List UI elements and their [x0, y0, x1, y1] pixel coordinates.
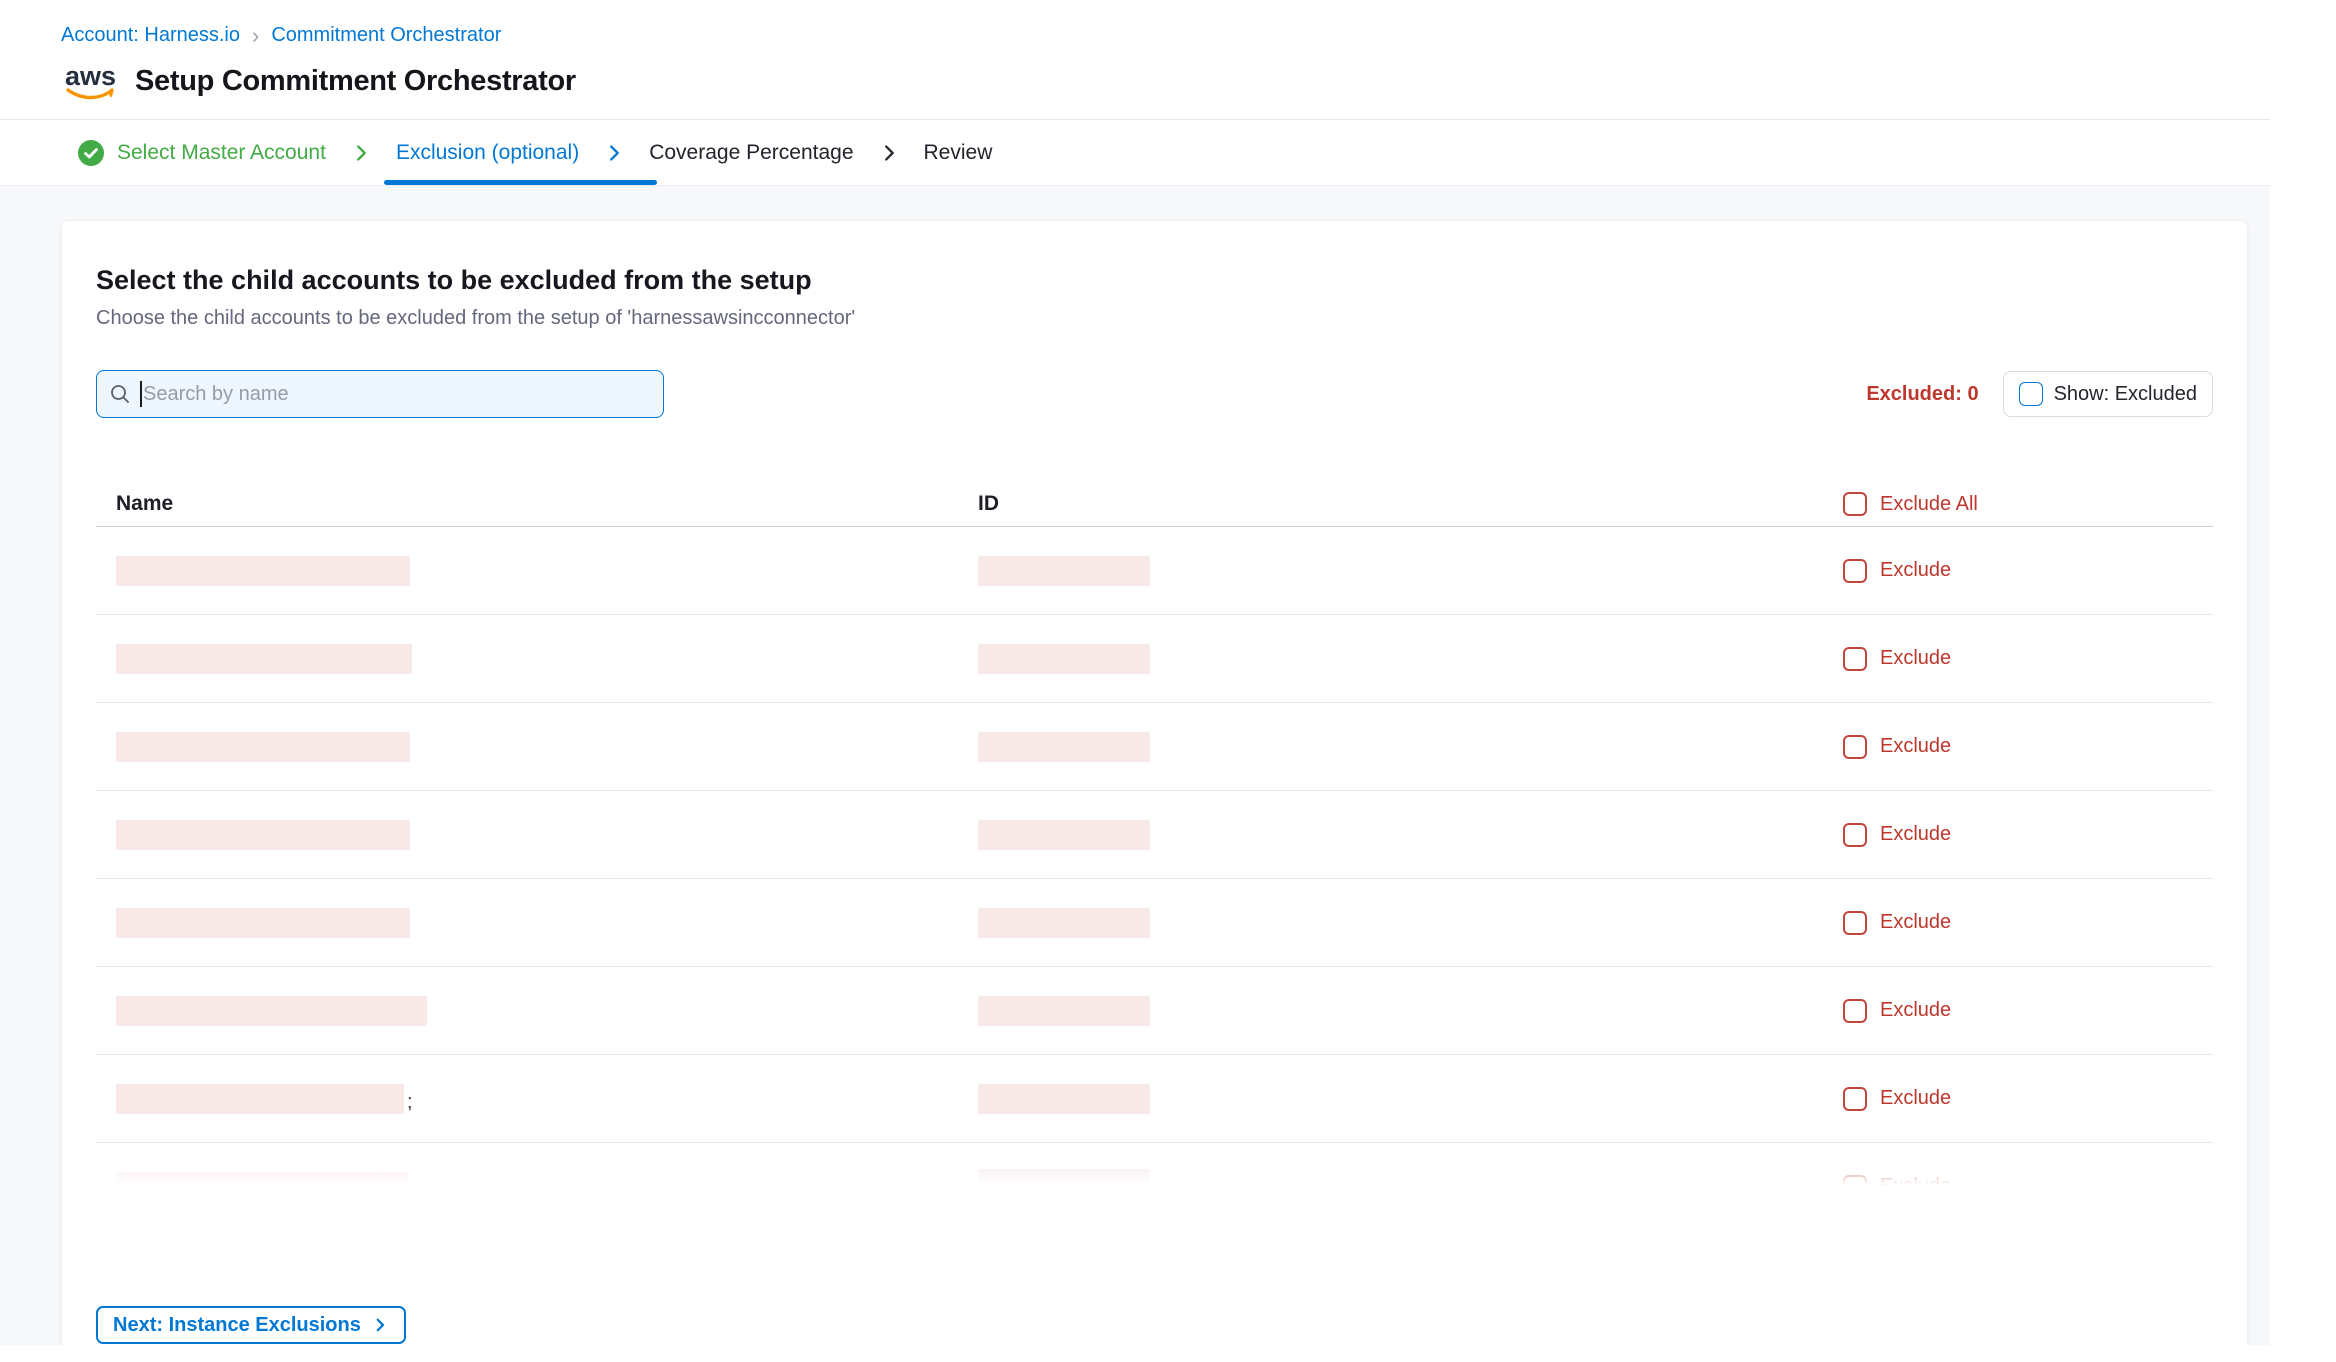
name-redaction-bar [116, 644, 412, 674]
aws-logo-icon: aws [61, 59, 119, 103]
chevron-right-icon [350, 142, 372, 164]
exclude-checkbox[interactable] [1843, 1175, 1867, 1193]
step-label: Select Master Account [117, 141, 326, 165]
exclude-checkbox[interactable] [1843, 1087, 1867, 1111]
search-field [96, 370, 664, 418]
id-redaction-bar [978, 732, 1150, 762]
exclude-all-label: Exclude All [1880, 493, 1978, 516]
next-button[interactable]: Next: Instance Exclusions [96, 1306, 406, 1344]
column-header-id: ID [958, 492, 1823, 516]
page-header: Account: Harness.io › Commitment Orchest… [0, 0, 2270, 119]
column-header-name: Name [96, 492, 958, 516]
next-button-label: Next: Instance Exclusions [113, 1314, 361, 1337]
account-list: Exclude Exclude Exclude [96, 527, 2213, 1192]
name-trailing-text: ; [407, 1092, 413, 1114]
name-redaction-bar [116, 820, 410, 850]
name-redaction-bar [116, 1172, 409, 1193]
show-excluded-label: Show: Excluded [2054, 383, 2197, 406]
table-row: Exclude [96, 615, 2213, 703]
name-redaction-bar [116, 1084, 404, 1114]
breadcrumb-separator-icon: › [252, 25, 259, 47]
exclude-label: Exclude [1880, 1087, 1951, 1110]
content-card: Select the child accounts to be excluded… [61, 220, 2248, 1345]
id-redaction-bar [978, 820, 1150, 850]
id-redaction-bar [978, 1084, 1150, 1114]
chevron-right-icon [371, 1316, 389, 1334]
table-row: Exclude [96, 527, 2213, 615]
section-heading: Select the child accounts to be excluded… [96, 263, 2213, 297]
exclude-checkbox[interactable] [1843, 647, 1867, 671]
step-label: Coverage Percentage [649, 141, 853, 165]
show-excluded-toggle[interactable]: Show: Excluded [2003, 371, 2213, 417]
breadcrumb: Account: Harness.io › Commitment Orchest… [61, 24, 2270, 47]
step-label: Exclusion (optional) [396, 141, 579, 165]
table-row: Exclude [96, 703, 2213, 791]
step-coverage-percentage[interactable]: Coverage Percentage [649, 141, 853, 165]
section-subheading: Choose the child accounts to be excluded… [96, 306, 2213, 330]
table-row: Exclude [96, 879, 2213, 967]
name-redaction-bar [116, 996, 427, 1026]
show-excluded-checkbox[interactable] [2019, 382, 2043, 406]
exclude-label: Exclude [1880, 735, 1951, 758]
exclude-label: Exclude [1880, 999, 1951, 1022]
exclude-label: Exclude [1880, 823, 1951, 846]
exclude-label: Exclude [1880, 559, 1951, 582]
exclude-checkbox[interactable] [1843, 911, 1867, 935]
id-redaction-bar [978, 1169, 1150, 1192]
step-label: Review [924, 141, 993, 165]
check-circle-icon [78, 140, 104, 166]
table-row: ; Exclude [96, 1055, 2213, 1143]
table-header: Name ID Exclude All [96, 482, 2213, 527]
id-redaction-bar [978, 644, 1150, 674]
chevron-right-icon [878, 142, 900, 164]
search-input[interactable] [96, 370, 664, 418]
exclude-checkbox[interactable] [1843, 999, 1867, 1023]
page-body: Select the child accounts to be excluded… [0, 186, 2270, 1345]
wizard-stepper: Select Master Account Exclusion (optiona… [0, 120, 2270, 186]
breadcrumb-link-commitment-orchestrator[interactable]: Commitment Orchestrator [271, 24, 501, 47]
search-icon [109, 383, 131, 405]
exclude-checkbox[interactable] [1843, 735, 1867, 759]
app-window: Account: Harness.io › Commitment Orchest… [0, 0, 2270, 1345]
name-redaction-bar [116, 908, 410, 938]
name-redaction-bar [116, 732, 410, 762]
name-redaction-bar [116, 556, 410, 586]
step-select-master-account[interactable]: Select Master Account [78, 140, 326, 166]
table-row: Exclude [96, 1143, 2213, 1192]
exclude-label: Exclude [1880, 911, 1951, 934]
id-redaction-bar [978, 908, 1150, 938]
exclude-label: Exclude [1880, 647, 1951, 670]
page-title: Setup Commitment Orchestrator [135, 65, 576, 98]
id-redaction-bar [978, 556, 1150, 586]
exclude-all-checkbox[interactable] [1843, 492, 1867, 516]
chevron-right-icon [603, 142, 625, 164]
breadcrumb-link-account[interactable]: Account: Harness.io [61, 24, 240, 47]
table-row: Exclude [96, 967, 2213, 1055]
exclude-label: Exclude [1880, 1175, 1951, 1192]
text-caret [140, 381, 142, 407]
account-rows: Exclude Exclude Exclude [96, 527, 2213, 1192]
id-redaction-bar [978, 996, 1150, 1026]
step-review[interactable]: Review [924, 141, 993, 165]
excluded-counter: Excluded: 0 [1866, 383, 1978, 406]
toolbar: Excluded: 0 Show: Excluded [96, 370, 2213, 418]
svg-text:aws: aws [65, 61, 116, 91]
exclude-checkbox[interactable] [1843, 823, 1867, 847]
table-row: Exclude [96, 791, 2213, 879]
exclude-checkbox[interactable] [1843, 559, 1867, 583]
step-exclusion-optional[interactable]: Exclusion (optional) [396, 141, 579, 165]
